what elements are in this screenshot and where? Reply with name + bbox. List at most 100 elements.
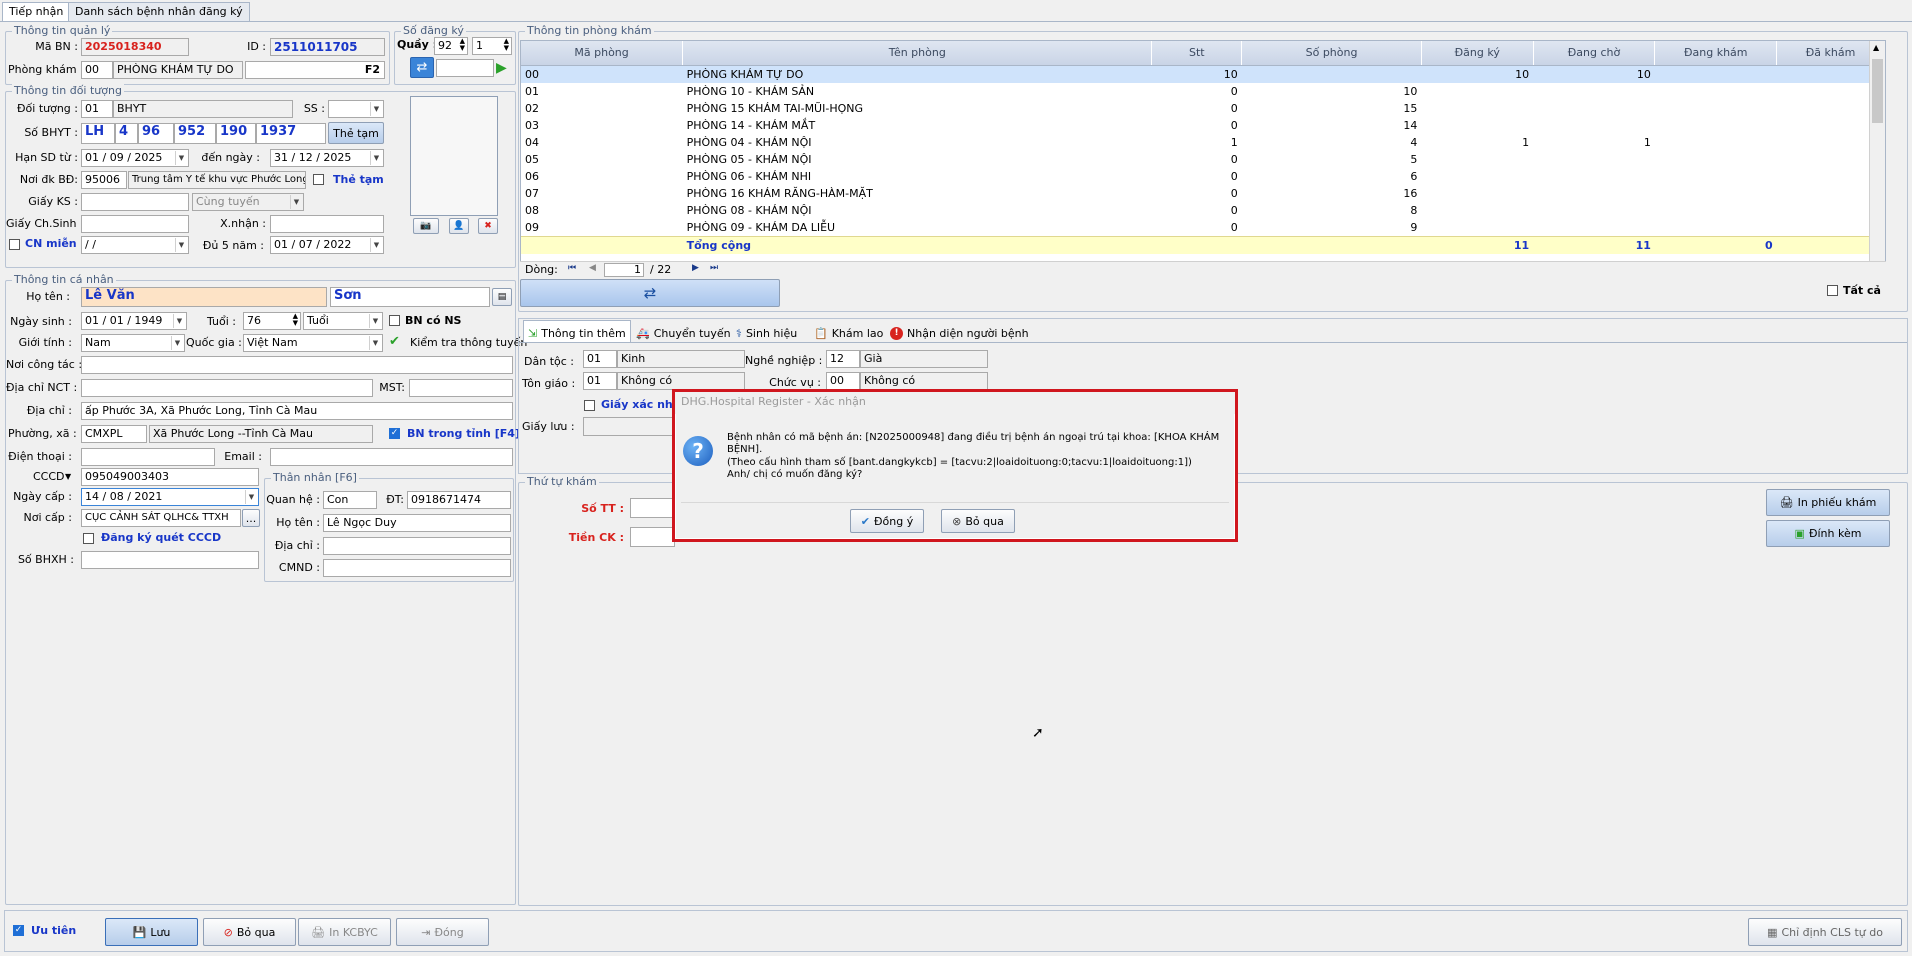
column-header[interactable]: Đang khám (1654, 41, 1778, 66)
delete-photo-icon[interactable]: ✖ (478, 218, 498, 234)
camera-icon[interactable]: 📷 (413, 218, 439, 234)
bhyt-part-5[interactable]: 190 (216, 123, 256, 144)
tab-danh-sach-dang-ky[interactable]: Danh sách bệnh nhân đăng ký (68, 2, 250, 21)
phong-search-field[interactable]: F2 (245, 61, 385, 79)
chi-dinh-cls-button[interactable]: ▦ Chỉ định CLS tự do (1748, 918, 1902, 946)
ngay-cap-field[interactable]: 14 / 08 / 2021 ▼ (81, 488, 259, 506)
table-row[interactable]: 07 PHÒNG 16 KHÁM RĂNG-HÀM-MẶT 0 16 (521, 185, 1885, 202)
bhyt-part-1[interactable]: LH (81, 123, 115, 144)
column-header[interactable]: Mã phòng (521, 41, 684, 66)
next-page-icon[interactable]: ▶ (692, 263, 699, 273)
cung-tuyen-select[interactable]: Cùng tuyến ▼ (192, 193, 304, 211)
bo-qua-dialog-button[interactable]: ⊗ Bỏ qua (941, 509, 1015, 533)
last-page-icon[interactable]: ⏭ (710, 263, 718, 273)
chuc-vu-field[interactable]: Không có (860, 372, 988, 390)
table-row[interactable]: 01 PHÒNG 10 - KHÁM SẢN 0 10 (521, 83, 1885, 100)
dialog-titlebar[interactable]: DHG.Hospital Register - Xác nhận (675, 392, 1235, 414)
column-header[interactable]: Tên phòng (682, 41, 1153, 66)
than-nhan-ho-ten-field[interactable]: Lê Ngọc Duy (323, 514, 511, 532)
phuong-name-field[interactable]: Xã Phước Long --Tỉnh Cà Mau (149, 425, 373, 443)
bn-co-ns-checkbox[interactable] (389, 315, 400, 326)
luu-button[interactable]: 💾 Lưu (105, 918, 198, 946)
calendar-dropdown-icon[interactable]: ▼ (245, 490, 257, 504)
gioi-tinh-select[interactable]: Nam ▼ (81, 334, 185, 352)
calendar-dropdown-icon[interactable]: ▼ (370, 151, 382, 165)
calendar-dropdown-icon[interactable]: ▼ (175, 151, 187, 165)
quoc-gia-select[interactable]: Việt Nam ▼ (243, 334, 383, 352)
column-header[interactable]: Đang chờ (1533, 41, 1656, 66)
nghe-code-field[interactable]: 12 (826, 350, 860, 368)
ton-giao-code-field[interactable]: 01 (583, 372, 617, 390)
noi-cong-tac-field[interactable] (81, 356, 513, 374)
dinh-kem-button[interactable]: ▣ Đính kèm (1766, 520, 1890, 547)
tab-tiep-nhan[interactable]: Tiếp nhận (2, 2, 71, 22)
dang-ky-quet-cccd-checkbox[interactable] (83, 533, 94, 544)
ten-field[interactable]: Sơn (330, 287, 490, 307)
refresh-rooms-button[interactable]: ⇄ (520, 279, 780, 307)
id-field[interactable]: 2511011705 (270, 38, 385, 56)
table-row[interactable]: 08 PHÒNG 08 - KHÁM NỘI 0 8 (521, 202, 1885, 219)
kiem-tra-thong-tuyen-link[interactable]: Kiểm tra thông tuyến (410, 336, 527, 350)
patient-photo[interactable] (410, 96, 498, 216)
tuoi-unit-select[interactable]: Tuổi ▼ (303, 312, 383, 330)
the-tam-checkbox[interactable] (313, 174, 324, 185)
ho-field[interactable]: Lê Văn (81, 287, 327, 307)
calendar-dropdown-icon[interactable]: ▼ (175, 238, 187, 252)
cn-mien-date-field[interactable]: / / ▼ (81, 236, 189, 254)
spinner-arrows-icon[interactable]: ▲ ▼ (504, 38, 509, 52)
person-icon[interactable]: 👤 (449, 218, 469, 234)
cn-mien-checkbox[interactable] (9, 239, 20, 250)
giay-luu-field[interactable] (583, 417, 673, 436)
tat-ca-checkbox[interactable] (1827, 285, 1838, 296)
han-sd-from-field[interactable]: 01 / 09 / 2025 ▼ (81, 149, 189, 167)
phuong-code-field[interactable]: CMXPL (81, 425, 147, 443)
dan-toc-field[interactable]: Kinh (617, 350, 745, 368)
bhyt-part-4[interactable]: 952 (174, 123, 216, 144)
tab-kham-lao[interactable]: 📋 Khám lao (810, 322, 887, 342)
refresh-icon-button[interactable]: ⇄ (410, 57, 434, 78)
bo-qua-button[interactable]: ⊘ Bỏ qua (203, 918, 296, 946)
dt-field[interactable]: 0918671474 (407, 491, 511, 509)
giay-chsinh-field[interactable] (81, 215, 189, 233)
in-kcbyc-button[interactable]: 🖨 In KCBYC (298, 918, 391, 946)
scroll-up-icon[interactable]: ▲ (1873, 43, 1879, 52)
mst-field[interactable] (409, 379, 513, 397)
ton-giao-field[interactable]: Không có (617, 372, 745, 390)
ma-bn-field[interactable]: 2025018340 (81, 38, 189, 56)
ngay-sinh-field[interactable]: 01 / 01 / 1949 ▼ (81, 312, 187, 330)
email-field[interactable] (270, 448, 513, 466)
spinner-arrows-icon[interactable]: ▲ ▼ (460, 38, 465, 52)
tab-thong-tin-them[interactable]: ⇲ Thông tin thêm (523, 320, 631, 343)
doi-tuong-code-field[interactable]: 01 (81, 100, 113, 118)
xnhan-field[interactable] (270, 215, 384, 233)
column-header[interactable]: Stt (1151, 41, 1243, 66)
giay-ks-field[interactable] (81, 193, 189, 211)
phong-name-field[interactable]: PHÒNG KHÁM TỰ DO (113, 61, 243, 79)
bn-trong-tinh-checkbox[interactable]: ✓ (389, 428, 400, 439)
calendar-dropdown-icon[interactable]: ▼ (173, 314, 185, 328)
rooms-grid[interactable]: Mã phòng Tên phòng Stt Số phòng Đăng ký Đang … (520, 40, 1886, 272)
tuoi-spinner[interactable]: 76 ▲ ▼ (243, 312, 301, 330)
table-row[interactable]: 00 PHÒNG KHÁM TỰ DO 10 10 10 (521, 65, 1885, 83)
phong-code-field[interactable]: 00 (81, 61, 113, 79)
noi-cap-field[interactable]: CỤC CẢNH SÁT QLHC& TTXH (81, 509, 241, 527)
so-dang-ky-field[interactable] (436, 59, 494, 77)
doi-tuong-name-field[interactable]: BHYT (113, 100, 293, 118)
bhyt-part-3[interactable]: 96 (138, 123, 174, 144)
the-tam-button[interactable]: Thẻ tạm (328, 122, 384, 144)
tab-chuyen-tuyen[interactable]: 🚑 Chuyển tuyến (632, 322, 735, 342)
dia-chi-nct-field[interactable] (81, 379, 373, 397)
han-sd-to-field[interactable]: 31 / 12 / 2025 ▼ (270, 149, 384, 167)
column-header[interactable]: Số phòng (1241, 41, 1422, 66)
dia-chi-field[interactable]: ấp Phước 3A, Xã Phước Long, Tỉnh Cà Mau (81, 402, 513, 420)
keyboard-icon[interactable]: ▤ (492, 288, 512, 306)
table-row[interactable]: 05 PHÒNG 05 - KHÁM NỘI 0 5 (521, 151, 1885, 168)
chuc-vu-code-field[interactable]: 00 (826, 372, 860, 390)
nghe-nghiep-field[interactable]: Già (860, 350, 988, 368)
spinner-arrows-icon[interactable]: ▲ ▼ (293, 313, 298, 327)
bhyt-part-2[interactable]: 4 (115, 123, 138, 144)
dong-y-button[interactable]: ✔ Đồng ý (850, 509, 924, 533)
quay-second-spinner[interactable]: 1 ▲ ▼ (472, 37, 512, 55)
table-row[interactable]: 03 PHÒNG 14 - KHÁM MẮT 0 14 (521, 117, 1885, 134)
dong-button[interactable]: ⇥ Đóng (396, 918, 489, 946)
